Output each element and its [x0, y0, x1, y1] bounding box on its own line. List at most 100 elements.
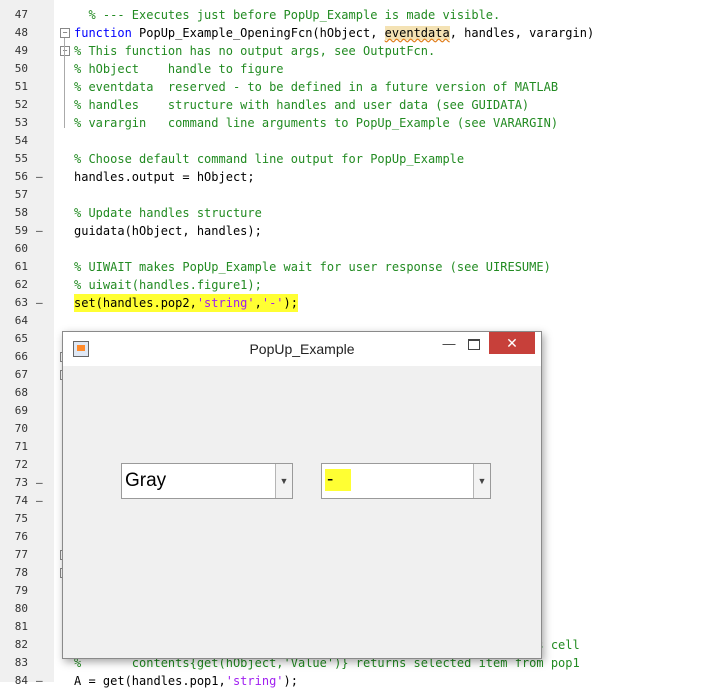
highlighted-argument: eventdata: [384, 26, 450, 40]
line-number: 76: [14, 530, 28, 543]
code-line[interactable]: 47 % --- Executes just before PopUp_Exam…: [0, 6, 709, 24]
comment-token: % handles structure with handles and use…: [74, 98, 530, 112]
code-line[interactable]: 61 % UIWAIT makes PopUp_Example wait for …: [0, 258, 709, 276]
comment-token: % varargin command line arguments to Pop…: [74, 116, 559, 130]
close-button[interactable]: ✕: [489, 332, 535, 354]
fold-toggle-icon[interactable]: −: [60, 46, 70, 56]
executable-line-marker[interactable]: –: [36, 222, 43, 240]
code-text: % eventdata reserved - to be defined in …: [74, 78, 558, 96]
fold-guide-line: [64, 38, 65, 128]
line-number: 82: [14, 638, 28, 651]
string-token: '-': [261, 296, 284, 310]
line-number: 80: [14, 602, 28, 615]
code-token: );: [283, 296, 298, 310]
code-line[interactable]: 64: [0, 312, 709, 330]
code-line[interactable]: 56– handles.output = hObject;: [0, 168, 709, 186]
code-line[interactable]: 48 − function PopUp_Example_OpeningFcn(hOb…: [0, 24, 709, 42]
comment-token: % uiwait(handles.figure1);: [74, 278, 262, 292]
executable-line-marker[interactable]: –: [36, 168, 43, 186]
line-number: 57: [14, 188, 28, 201]
line-number: 74: [14, 494, 28, 507]
line-number: 68: [14, 386, 28, 399]
popup-example-window[interactable]: PopUp_Example — ✕ Gray ▼ - ▼: [62, 331, 542, 659]
line-number: 48: [14, 26, 28, 39]
code-text: % Choose default command line output for…: [74, 150, 464, 168]
code-text: A = get(handles.pop1,'string');: [74, 672, 298, 690]
keyword-token: function: [74, 26, 140, 40]
line-number: 81: [14, 620, 28, 633]
code-line[interactable]: 50 % hObject handle to figure: [0, 60, 709, 78]
executable-line-marker[interactable]: –: [36, 492, 43, 510]
line-number: 69: [14, 404, 28, 417]
pop1-selected-value: Gray: [125, 470, 167, 491]
code-line[interactable]: 58 % Update handles structure: [0, 204, 709, 222]
line-number: 60: [14, 242, 28, 255]
code-line[interactable]: 62 % uiwait(handles.figure1);: [0, 276, 709, 294]
maximize-button[interactable]: [468, 339, 480, 350]
code-text: % Update handles structure: [74, 204, 262, 222]
code-line[interactable]: 49 −% This function has no output args, s…: [0, 42, 709, 60]
line-number: 78: [14, 566, 28, 579]
code-line[interactable]: 52 % handles structure with handles and u…: [0, 96, 709, 114]
line-number: 67: [14, 368, 28, 381]
pop2-selected-value: -: [325, 469, 352, 491]
executable-line-marker[interactable]: –: [36, 294, 43, 312]
code-token: guidata(hObject, handles);: [74, 224, 262, 238]
string-token: 'string': [225, 674, 284, 688]
line-number: 77: [14, 548, 28, 561]
line-number: 75: [14, 512, 28, 525]
code-line[interactable]: 63– set(handles.pop2,'string','-');: [0, 294, 709, 312]
code-line[interactable]: 57: [0, 186, 709, 204]
code-text: % varargin command line arguments to Pop…: [74, 114, 558, 132]
comment-token: % hObject handle to figure: [74, 62, 284, 76]
line-number: 79: [14, 584, 28, 597]
code-text: % hObject handle to figure: [74, 60, 284, 78]
line-number: 59: [14, 224, 28, 237]
comment-token: % Choose default command line output for…: [74, 152, 465, 166]
code-text: % uiwait(handles.figure1);: [74, 276, 262, 294]
chevron-down-icon[interactable]: ▼: [275, 464, 292, 498]
comment-token: % UIWAIT makes PopUp_Example wait for us…: [74, 260, 551, 274]
chevron-down-icon[interactable]: ▼: [473, 464, 490, 498]
code-text: function PopUp_Example_OpeningFcn(hObjec…: [74, 24, 594, 42]
code-line[interactable]: 84– A = get(handles.pop1,'string');: [0, 672, 709, 690]
code-line[interactable]: 54: [0, 132, 709, 150]
line-number: 49: [14, 44, 28, 57]
line-number: 47: [14, 8, 28, 21]
line-number: 53: [14, 116, 28, 129]
line-number: 52: [14, 98, 28, 111]
code-text: % This function has no output args, see …: [74, 42, 435, 60]
line-number: 84: [14, 674, 28, 687]
code-line[interactable]: 53 % varargin command line arguments to P…: [0, 114, 709, 132]
minimize-button[interactable]: —: [442, 337, 456, 351]
line-number: 58: [14, 206, 28, 219]
comment-token: % --- Executes just before PopUp_Example…: [74, 8, 501, 22]
code-line[interactable]: 51 % eventdata reserved - to be defined i…: [0, 78, 709, 96]
popup-menu-pop1[interactable]: Gray ▼: [121, 463, 293, 499]
line-number: 66: [14, 350, 28, 363]
code-token: set(handles.pop2,: [74, 296, 197, 310]
code-text: % --- Executes just before PopUp_Example…: [74, 6, 500, 24]
code-line[interactable]: 59– guidata(hObject, handles);: [0, 222, 709, 240]
code-text: guidata(hObject, handles);: [74, 222, 262, 240]
code-token: );: [283, 674, 298, 688]
comment-token: % Update handles structure: [74, 206, 262, 220]
popup-menu-pop2[interactable]: - ▼: [321, 463, 491, 499]
line-number: 71: [14, 440, 28, 453]
comment-token: % eventdata reserved - to be defined in …: [74, 80, 559, 94]
code-text: handles.output = hObject;: [74, 168, 255, 186]
line-number: 70: [14, 422, 28, 435]
code-token: PopUp_Example_OpeningFcn(hObject,: [139, 26, 385, 40]
code-line[interactable]: 55 % Choose default command line output f…: [0, 150, 709, 168]
comment-token: % This function has no output args, see …: [74, 44, 436, 58]
line-number: 73: [14, 476, 28, 489]
code-token: ,: [254, 296, 262, 310]
code-token: handles.output = hObject;: [74, 170, 255, 184]
fold-toggle-icon[interactable]: −: [60, 28, 70, 38]
executable-line-marker[interactable]: –: [36, 474, 43, 492]
code-line[interactable]: 60: [0, 240, 709, 258]
line-number: 54: [14, 134, 28, 147]
window-titlebar[interactable]: PopUp_Example — ✕: [63, 332, 541, 366]
executable-line-marker[interactable]: –: [36, 672, 43, 690]
line-number: 51: [14, 80, 28, 93]
